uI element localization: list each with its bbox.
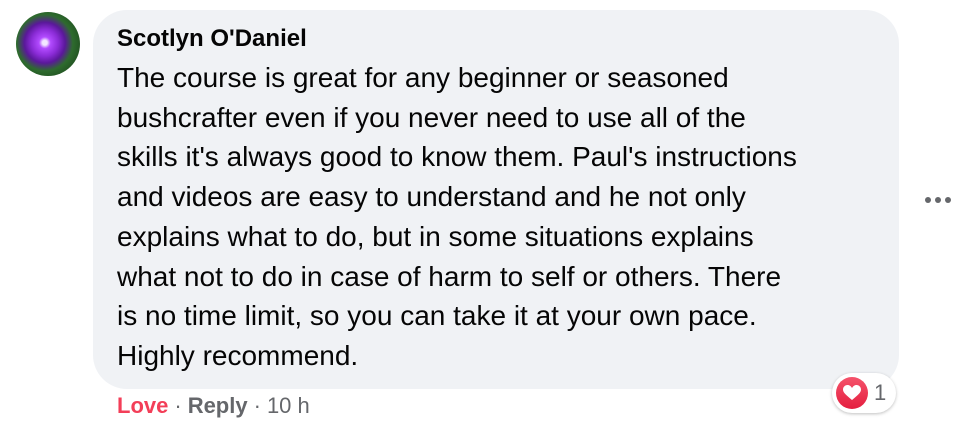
- comment-text-line: bushcrafter even if you never need to us…: [117, 101, 746, 133]
- comment-text: The course is great for any beginner or …: [117, 58, 887, 376]
- more-dot-icon: [935, 197, 941, 203]
- comment-actions: Love · Reply · 10 h: [117, 393, 310, 419]
- separator: ·: [253, 393, 261, 418]
- comment-text-line: and videos are easy to understand and he…: [117, 181, 746, 213]
- reaction-count: 1: [874, 380, 887, 405]
- more-options-button[interactable]: [918, 180, 958, 220]
- more-dot-icon: [945, 197, 951, 203]
- comment-text-line: what not to do in case of harm to self o…: [117, 260, 782, 292]
- separator: ·: [174, 393, 182, 418]
- comment-text-line: The course is great for any beginner or …: [117, 62, 729, 93]
- comment-text-line: Highly recommend.: [117, 339, 359, 371]
- comment-text-line: skills it's always good to know them. Pa…: [117, 141, 797, 173]
- reaction-badge[interactable]: 1: [832, 373, 896, 413]
- comment-author[interactable]: Scotlyn O'Daniel: [117, 25, 307, 53]
- timestamp[interactable]: 10 h: [267, 393, 310, 418]
- reply-button[interactable]: Reply: [188, 393, 248, 418]
- more-dot-icon: [925, 197, 931, 203]
- avatar[interactable]: [16, 12, 80, 76]
- comment-text-line: explains what to do, but in some situati…: [117, 220, 754, 252]
- comment-text-line: is no time limit, so you can take it at …: [117, 300, 757, 332]
- heart-icon: [836, 377, 868, 409]
- love-button[interactable]: Love: [117, 393, 168, 418]
